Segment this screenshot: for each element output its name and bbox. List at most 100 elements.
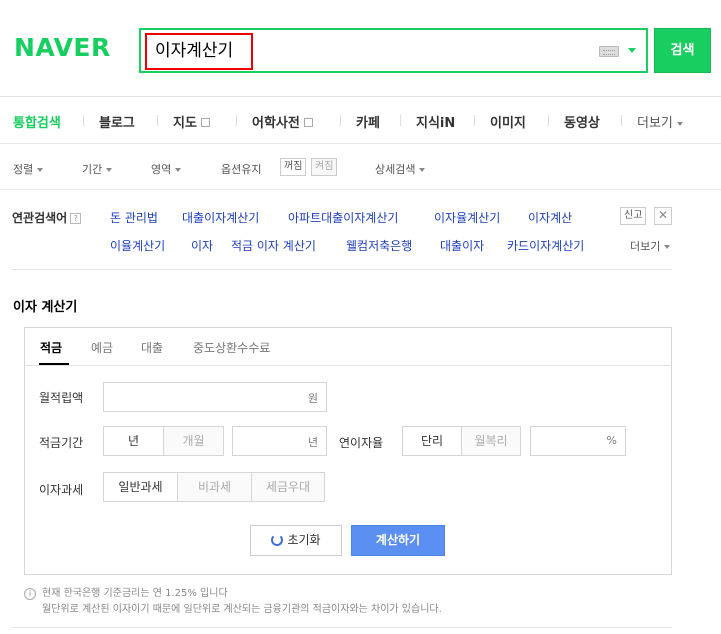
related-title: 연관검색어? bbox=[12, 209, 82, 226]
related-link[interactable]: 적금 이자 계산기 bbox=[231, 237, 316, 254]
keep-option-label: 옵션유지 bbox=[221, 163, 262, 176]
sort-option[interactable]: 정렬 bbox=[13, 161, 44, 177]
tab-divider bbox=[548, 115, 549, 126]
period-month-toggle[interactable]: 개월 bbox=[163, 426, 224, 456]
search-button[interactable]: 검색 bbox=[654, 28, 711, 73]
annual-rate-input[interactable]: % bbox=[530, 426, 626, 456]
refresh-icon bbox=[271, 533, 284, 546]
search-input[interactable]: 이자계산기 bbox=[145, 33, 253, 70]
calculator-title: 이자 계산기 bbox=[13, 300, 78, 315]
tab-more[interactable]: 더보기 bbox=[637, 112, 683, 131]
chevron-down-icon bbox=[664, 245, 671, 249]
tab-divider bbox=[621, 115, 622, 126]
naver-logo[interactable]: NAVER bbox=[14, 33, 111, 62]
related-link[interactable]: 이자계산 bbox=[528, 209, 572, 226]
search-tabs: 통합검색 블로그 지도 어학사전 카페 지식iN 이미지 동영상 더보기 bbox=[0, 98, 721, 144]
external-window-icon bbox=[303, 118, 313, 127]
tax-preferential-toggle[interactable]: 세금우대 bbox=[251, 472, 325, 502]
monthly-deposit-label: 월적립액 bbox=[39, 391, 84, 405]
related-searches: 연관검색어? 돈 관리법 대출이자계산기 아파트대출이자계산기 이자율계산기 이… bbox=[12, 190, 672, 270]
related-link[interactable]: 웰컴저축은행 bbox=[346, 237, 412, 254]
chevron-down-icon bbox=[419, 168, 426, 172]
search-options: 정렬 기간 영역 옵션유지 꺼짐 켜짐 상세검색 bbox=[0, 145, 721, 190]
tab-video[interactable]: 동영상 bbox=[564, 112, 600, 131]
year-unit: 년 bbox=[307, 436, 318, 449]
related-link[interactable]: 이자율계산기 bbox=[434, 209, 500, 226]
related-title-text: 연관검색어 bbox=[12, 211, 68, 225]
close-icon[interactable]: ✕ bbox=[654, 207, 672, 225]
tab-cafe[interactable]: 카페 bbox=[356, 112, 380, 131]
tab-divider bbox=[83, 115, 84, 126]
tab-map-label: 지도 bbox=[173, 116, 197, 131]
tab-divider bbox=[340, 115, 341, 126]
period-option[interactable]: 기간 bbox=[82, 161, 113, 177]
related-link[interactable]: 아파트대출이자계산기 bbox=[288, 209, 398, 226]
tab-divider bbox=[236, 115, 237, 126]
autocomplete-arrow-icon[interactable] bbox=[628, 48, 636, 53]
tab-map[interactable]: 지도 bbox=[173, 112, 210, 131]
interest-tax-label: 이자과세 bbox=[39, 483, 84, 497]
chevron-down-icon bbox=[37, 168, 44, 172]
won-unit: 원 bbox=[307, 392, 318, 405]
interest-calculator: 적금 예금 대출 중도상환수수료 월적립액 원 적금기간 년 개월 년 연이자율… bbox=[24, 327, 672, 575]
tab-dictionary-label: 어학사전 bbox=[252, 116, 300, 131]
tab-blog[interactable]: 블로그 bbox=[99, 112, 135, 131]
percent-unit: % bbox=[606, 434, 617, 447]
tab-dictionary[interactable]: 어학사전 bbox=[252, 112, 313, 131]
calculator-tabs: 적금 예금 대출 중도상환수수료 bbox=[25, 328, 671, 366]
tab-divider bbox=[400, 115, 401, 126]
tab-divider bbox=[474, 115, 475, 126]
period-year-toggle[interactable]: 년 bbox=[103, 426, 164, 456]
chevron-down-icon bbox=[106, 168, 113, 172]
calculate-button[interactable]: 계산하기 bbox=[351, 525, 445, 556]
note-line: 현재 한국은행 기준금리는 연 1.25% 입니다 bbox=[42, 588, 228, 599]
period-label: 기간 bbox=[82, 163, 103, 176]
savings-period-label: 적금기간 bbox=[39, 436, 84, 450]
tax-exempt-toggle[interactable]: 비과세 bbox=[177, 472, 252, 502]
tab-integrated[interactable]: 통합검색 bbox=[13, 112, 61, 131]
note-line: 월단위로 계산된 이자이기 때문에 일단위로 계산되는 금융기관의 적금이자와는… bbox=[42, 604, 442, 615]
header: NAVER 이자계산기 검색 bbox=[0, 0, 721, 97]
compound-interest-toggle[interactable]: 월복리 bbox=[461, 426, 521, 456]
chevron-down-icon bbox=[676, 121, 683, 126]
help-icon[interactable]: ? bbox=[70, 213, 82, 224]
savings-period-input[interactable]: 년 bbox=[232, 426, 327, 456]
keep-option-on[interactable]: 켜짐 bbox=[311, 158, 338, 176]
tab-divider bbox=[157, 115, 158, 126]
info-icon: i bbox=[24, 588, 36, 600]
related-link[interactable]: 이율계산기 bbox=[110, 237, 165, 254]
tab-deposit[interactable]: 예금 bbox=[91, 339, 113, 356]
area-option[interactable]: 영역 bbox=[151, 161, 182, 177]
search-box[interactable]: 이자계산기 bbox=[139, 28, 648, 73]
reset-label: 초기화 bbox=[287, 533, 321, 547]
related-link[interactable]: 돈 관리법 bbox=[110, 209, 158, 226]
related-link[interactable]: 카드이자계산기 bbox=[507, 237, 584, 254]
report-button[interactable]: 신고 bbox=[620, 207, 647, 225]
keyboard-icon[interactable] bbox=[599, 46, 619, 57]
reset-button[interactable]: 초기화 bbox=[250, 525, 342, 556]
keep-option-off[interactable]: 꺼짐 bbox=[280, 158, 307, 176]
tab-loan[interactable]: 대출 bbox=[141, 339, 163, 356]
tab-kin[interactable]: 지식iN bbox=[416, 112, 455, 131]
tab-image[interactable]: 이미지 bbox=[490, 112, 526, 131]
calculator-notes: i 현재 한국은행 기준금리는 연 1.25% 입니다 월단위로 계산된 이자이… bbox=[24, 586, 684, 618]
detail-search-label: 상세검색 bbox=[375, 163, 416, 176]
annual-rate-label: 연이자율 bbox=[339, 436, 384, 450]
sort-label: 정렬 bbox=[13, 163, 34, 176]
tab-savings[interactable]: 적금 bbox=[40, 339, 62, 356]
detail-search-option[interactable]: 상세검색 bbox=[375, 161, 426, 177]
simple-interest-toggle[interactable]: 단리 bbox=[402, 426, 462, 456]
tab-prepayment-fee[interactable]: 중도상환수수료 bbox=[193, 339, 270, 356]
related-link[interactable]: 이자 bbox=[191, 237, 213, 254]
section-divider bbox=[12, 627, 672, 628]
area-label: 영역 bbox=[151, 163, 172, 176]
monthly-deposit-input[interactable]: 원 bbox=[103, 382, 327, 412]
tab-more-label: 더보기 bbox=[637, 116, 673, 131]
related-link[interactable]: 대출이자계산기 bbox=[182, 209, 259, 226]
related-more[interactable]: 더보기 bbox=[630, 238, 671, 254]
related-link[interactable]: 대출이자 bbox=[440, 237, 484, 254]
active-tab-indicator bbox=[39, 363, 69, 365]
external-window-icon bbox=[200, 118, 210, 127]
tax-general-toggle[interactable]: 일반과세 bbox=[103, 472, 178, 502]
chevron-down-icon bbox=[175, 168, 182, 172]
